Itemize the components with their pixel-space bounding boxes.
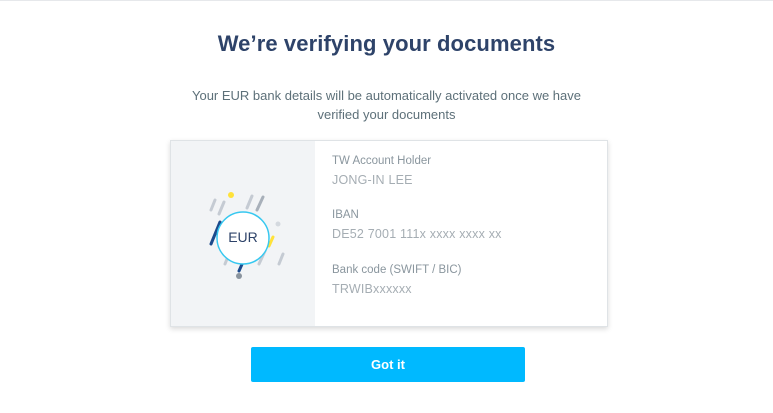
currency-panel: EUR xyxy=(171,141,315,326)
currency-code-label: EUR xyxy=(228,229,258,245)
iban-label: IBAN xyxy=(332,209,359,221)
bank-code-value: TRWIBxxxxxx xyxy=(332,282,412,296)
verification-page: We’re verifying your documents Your EUR … xyxy=(0,0,773,413)
iban-value: DE52 7001 111x xxxx xxxx xx xyxy=(332,227,502,241)
page-title: We’re verifying your documents xyxy=(217,31,556,56)
got-it-button[interactable]: Got it xyxy=(251,347,525,382)
bank-details-card: EUR TW Account Holder JONG-IN LEE IBAN D… xyxy=(170,140,608,327)
account-holder-label: TW Account Holder xyxy=(332,155,432,167)
top-divider xyxy=(0,0,773,1)
page-subtitle: Your EUR bank details will be automatica… xyxy=(191,88,581,122)
account-holder-value: JONG-IN LEE xyxy=(332,173,413,187)
bank-code-label: Bank code (SWIFT / BIC) xyxy=(332,264,462,276)
bank-details-fields: TW Account Holder JONG-IN LEE IBAN DE52 … xyxy=(332,141,602,326)
